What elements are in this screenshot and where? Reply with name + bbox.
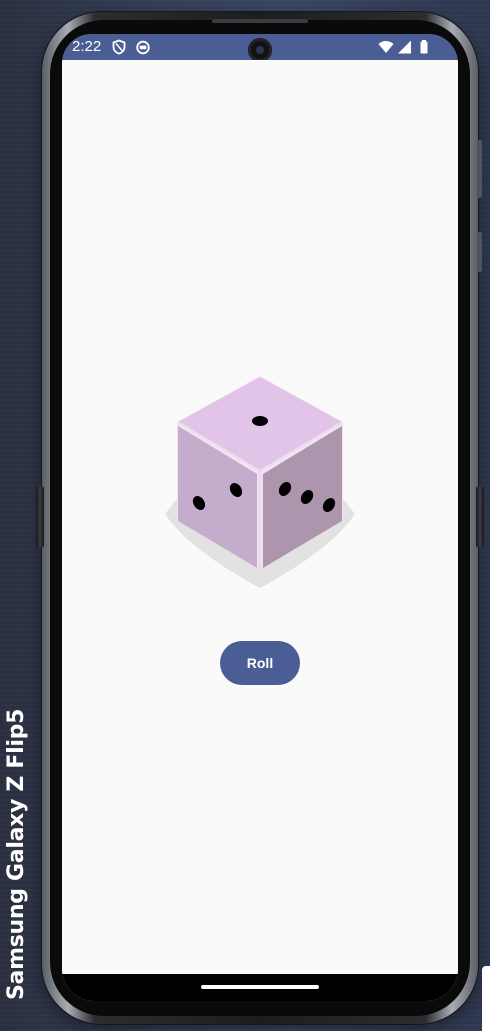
- status-time: 2:22: [72, 38, 102, 55]
- earpiece-speaker: [212, 19, 308, 23]
- power-button: [477, 232, 482, 272]
- roll-button[interactable]: Roll: [220, 641, 300, 685]
- dice-image: [165, 376, 355, 588]
- navigation-bar: [62, 974, 458, 1001]
- front-camera: [248, 38, 272, 62]
- window-corner: [482, 966, 490, 1031]
- hinge-left: [36, 486, 44, 548]
- hinge-right: [476, 486, 484, 548]
- dice-pip: [252, 416, 268, 426]
- wifi-icon: [378, 41, 394, 53]
- shield-icon: [112, 39, 126, 55]
- phone-screen: 2:22 Roll: [62, 34, 458, 1001]
- robot-icon: [136, 40, 150, 55]
- battery-icon: [420, 40, 428, 54]
- device-model-label: Samsung Galaxy Z Flip5: [4, 708, 29, 1000]
- home-gesture-bar[interactable]: [201, 985, 319, 989]
- volume-button: [477, 140, 482, 198]
- app-content: Roll: [62, 60, 458, 974]
- signal-icon: [398, 40, 411, 54]
- status-bar: 2:22: [62, 34, 458, 62]
